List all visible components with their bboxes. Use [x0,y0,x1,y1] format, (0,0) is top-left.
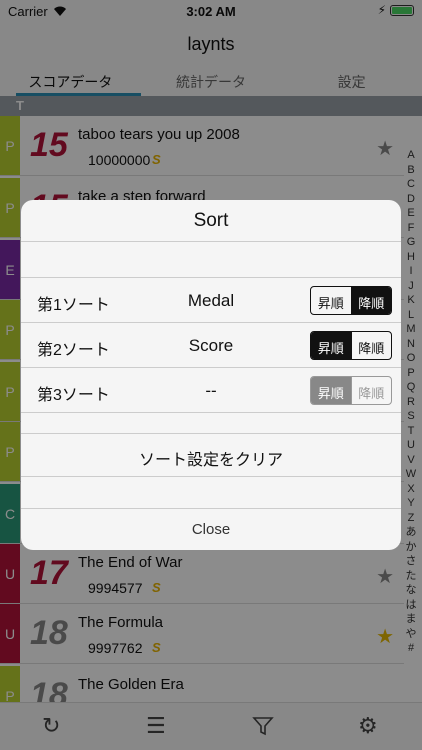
sort-row-1: 第1ソート Medal 昇順 降順 [21,278,401,323]
ascending-option[interactable]: 昇順 [311,332,351,359]
sort-row-2: 第2ソート Score 昇順 降順 [21,323,401,368]
dialog-gap [21,413,401,433]
ascending-option: 昇順 [311,377,351,404]
order-segmented-control[interactable]: 昇順 降順 [310,331,392,360]
close-button[interactable]: Close [21,508,401,550]
descending-option: 降順 [350,377,392,404]
order-segmented-control[interactable]: 昇順 降順 [310,286,392,315]
ascending-option[interactable]: 昇順 [311,287,351,314]
descending-option[interactable]: 降順 [350,332,392,359]
descending-option[interactable]: 降順 [350,287,391,314]
sort-row-3: 第3ソート -- 昇順 降順 [21,368,401,413]
order-segmented-control: 昇順 降順 [310,376,392,405]
dialog-spacer [21,242,401,278]
sort-dialog: Sort 第1ソート Medal 昇順 降順 第2ソート Score 昇順 降順… [21,200,401,550]
clear-sort-button[interactable]: ソート設定をクリア [21,433,401,477]
dialog-title: Sort [21,200,401,242]
